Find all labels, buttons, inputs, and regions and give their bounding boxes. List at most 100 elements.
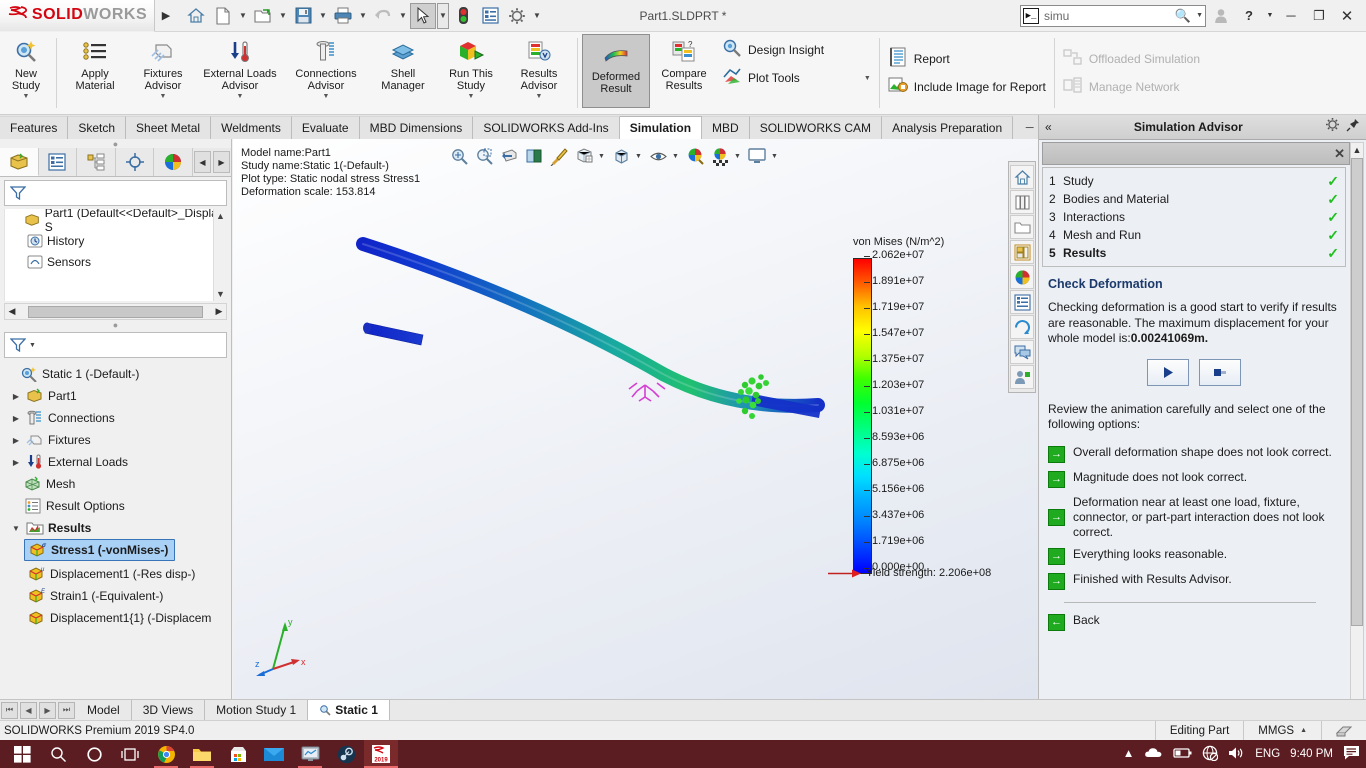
scroll-up-icon[interactable]: ▲ (216, 209, 225, 223)
home-icon[interactable] (183, 3, 209, 29)
advisor-option-finished[interactable]: → Finished with Results Advisor. (1048, 572, 1340, 590)
print-icon[interactable] (330, 3, 356, 29)
sim-row-results[interactable]: ▼ Results (0, 517, 231, 539)
help-dropdown-icon[interactable]: ▼ (1264, 3, 1276, 29)
sim-row-fixtures[interactable]: ▶ Fixtures (0, 429, 231, 451)
sim-row-connections[interactable]: ▶ Connections (0, 407, 231, 429)
include-image-for-report-item[interactable]: Include Image for Report (888, 75, 1046, 99)
sim-row-displacement1-1[interactable]: Displacement1{1} (-Displacem (0, 607, 231, 629)
options-list-icon[interactable] (477, 3, 503, 29)
scroll-left-icon[interactable]: ◀ (7, 306, 17, 317)
deformed-result-button[interactable]: Deformed Result (582, 34, 650, 108)
advisor-step-mesh-run[interactable]: 4 Mesh and Run ✓ (1049, 226, 1339, 244)
plot-tools-dropdown-icon[interactable]: ▼ (864, 75, 871, 82)
feature-tree[interactable]: Part1 (Default<<Default>_Display S Histo… (4, 209, 227, 301)
dimxpert-tab[interactable] (115, 148, 155, 176)
simulation-tree-filter[interactable]: ▼ (4, 332, 227, 358)
scroll-down-icon[interactable]: ▼ (216, 287, 225, 301)
save-icon[interactable] (290, 3, 316, 29)
start-icon[interactable] (4, 740, 40, 768)
task-view-icon[interactable] (112, 740, 148, 768)
sim-row-mesh[interactable]: Mesh (0, 473, 231, 495)
gear-icon[interactable] (504, 3, 530, 29)
appearances-icon[interactable] (1010, 265, 1034, 289)
mail-icon[interactable] (256, 740, 292, 768)
solidworks-2019-icon[interactable]: 2019 (364, 740, 398, 768)
tab-mbd[interactable]: MBD (702, 116, 750, 139)
doc-tab-static-1[interactable]: Static 1 (308, 699, 390, 721)
clock[interactable]: 9:40 PM (1290, 748, 1333, 760)
sim-row-static1[interactable]: Static 1 (-Default-) (0, 363, 231, 385)
pin-icon[interactable] (1346, 118, 1360, 137)
design-insight-item[interactable]: Design Insight (722, 38, 871, 62)
tab-features[interactable]: Features (0, 116, 69, 139)
run-this-study-dropdown-icon[interactable]: ▼ (468, 93, 475, 100)
filter-dropdown-icon[interactable]: ▼ (29, 342, 36, 349)
apply-material-button[interactable]: Apply Material (61, 32, 129, 114)
show-hidden-icons[interactable]: ▲ (1123, 748, 1134, 760)
design-library-icon[interactable] (1010, 190, 1034, 214)
chrome-icon[interactable] (148, 740, 184, 768)
view-palette-icon[interactable] (1010, 240, 1034, 264)
units-dropdown-icon[interactable]: ▲ (1300, 727, 1307, 734)
tab-solidworks-add-ins[interactable]: SOLIDWORKS Add-Ins (473, 116, 620, 139)
scroll-up-icon[interactable]: ▲ (1351, 143, 1363, 157)
new-study-dropdown-icon[interactable]: ▼ (23, 93, 30, 100)
sim-row-part1[interactable]: ▶ Part1 (0, 385, 231, 407)
open-folder-icon[interactable] (250, 3, 276, 29)
cortana-icon[interactable] (76, 740, 112, 768)
status-rebuild-icon[interactable] (1321, 720, 1366, 741)
configuration-manager-tab[interactable] (77, 148, 116, 176)
feature-tree-vscrollbar[interactable]: ▲ ▼ (213, 209, 227, 301)
fixtures-advisor-dropdown-icon[interactable]: ▼ (160, 93, 167, 100)
custom-properties-icon[interactable] (1010, 290, 1034, 314)
shell-manager-button[interactable]: Shell Manager (369, 32, 437, 114)
play-button[interactable] (1147, 358, 1189, 386)
gear-dropdown-icon[interactable]: ▼ (531, 3, 543, 29)
file-explorer-icon[interactable] (184, 740, 220, 768)
tree-expander[interactable]: ▶ (10, 392, 22, 401)
property-manager-tab[interactable] (38, 148, 78, 176)
tab-evaluate[interactable]: Evaluate (291, 116, 360, 139)
advisor-back-option[interactable]: ← Back (1048, 613, 1340, 631)
home-icon[interactable] (1010, 165, 1034, 189)
tree-expander[interactable]: ▶ (10, 414, 22, 423)
connections-advisor-dropdown-icon[interactable]: ▼ (323, 93, 330, 100)
panel-splitter-middle[interactable]: ● (0, 320, 231, 330)
display-manager-tab[interactable] (154, 148, 193, 176)
tab-simulation[interactable]: Simulation (619, 116, 703, 139)
search-dropdown-icon[interactable]: ▼ (1196, 12, 1203, 19)
advisor-step-interactions[interactable]: 3 Interactions ✓ (1049, 208, 1339, 226)
connections-advisor-button[interactable]: Connections Advisor ▼ (283, 32, 369, 114)
plot-tools-item[interactable]: Plot Tools ▼ (722, 66, 871, 90)
feature-tree-hscrollbar[interactable]: ◀ ▶ (4, 303, 227, 320)
stop-button[interactable] (1199, 358, 1241, 386)
tab-sketch[interactable]: Sketch (68, 116, 127, 139)
external-loads-advisor-button[interactable]: External Loads Advisor ▼ (197, 32, 283, 114)
cloud-icon[interactable] (1144, 746, 1163, 762)
doc-tab-motion-study-1[interactable]: Motion Study 1 (205, 699, 309, 721)
tab-solidworks-cam[interactable]: SOLIDWORKS CAM (749, 116, 883, 139)
tree-row-sensors[interactable]: Sensors (5, 251, 227, 272)
print-dropdown-icon[interactable]: ▼ (357, 3, 369, 29)
help-icon[interactable]: ? (1236, 3, 1262, 29)
forum-icon[interactable] (1010, 340, 1034, 364)
advisor-step-bodies-material[interactable]: 2 Bodies and Material ✓ (1049, 190, 1339, 208)
gear-icon[interactable] (1325, 117, 1340, 137)
network-icon[interactable] (1202, 745, 1219, 764)
advisor-step-study[interactable]: 1 Study ✓ (1049, 172, 1339, 190)
search-icon[interactable] (40, 740, 76, 768)
tree-row-part1[interactable]: Part1 (Default<<Default>_Display S (5, 209, 227, 234)
close-icon[interactable]: ✕ (1334, 146, 1345, 162)
select-arrow-icon[interactable] (410, 2, 436, 29)
tab-weldments[interactable]: Weldments (211, 116, 292, 139)
sim-row-stress1[interactable]: σ Stress1 (-vonMises-) (24, 539, 176, 561)
doc-tab-3d-views[interactable]: 3D Views (131, 699, 206, 721)
hscroll-thumb[interactable] (28, 305, 203, 318)
tab-analysis-preparation[interactable]: Analysis Preparation (882, 116, 1014, 139)
battery-icon[interactable] (1173, 747, 1192, 762)
graphics-area[interactable]: Model name:Part1 Study name:Static 1(-De… (233, 139, 1038, 699)
results-advisor-button[interactable]: Results Advisor ▼ (505, 32, 573, 114)
feature-tree-filter[interactable] (4, 180, 227, 206)
advisor-option-everything-reasonable[interactable]: → Everything looks reasonable. (1048, 547, 1340, 565)
